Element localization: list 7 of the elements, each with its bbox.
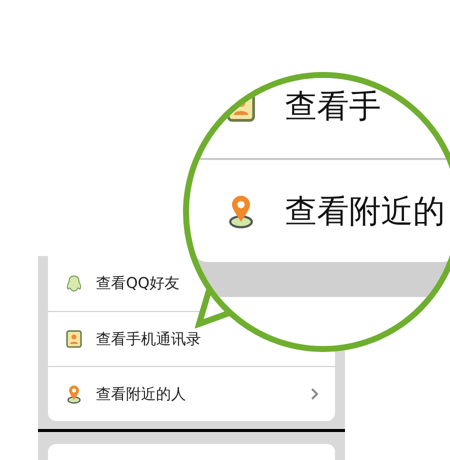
penguin-icon [64,274,84,294]
menu-item-label: 查看手机通讯录 [96,328,202,350]
menu-item-label: 查看QQ好友 [96,273,181,294]
magnified-label: 查看手 [285,86,381,127]
magnified-label: 查看附近的 [285,191,445,232]
menu-item-label: 查看附近的人 [96,384,187,405]
contact-card-icon [64,329,84,349]
